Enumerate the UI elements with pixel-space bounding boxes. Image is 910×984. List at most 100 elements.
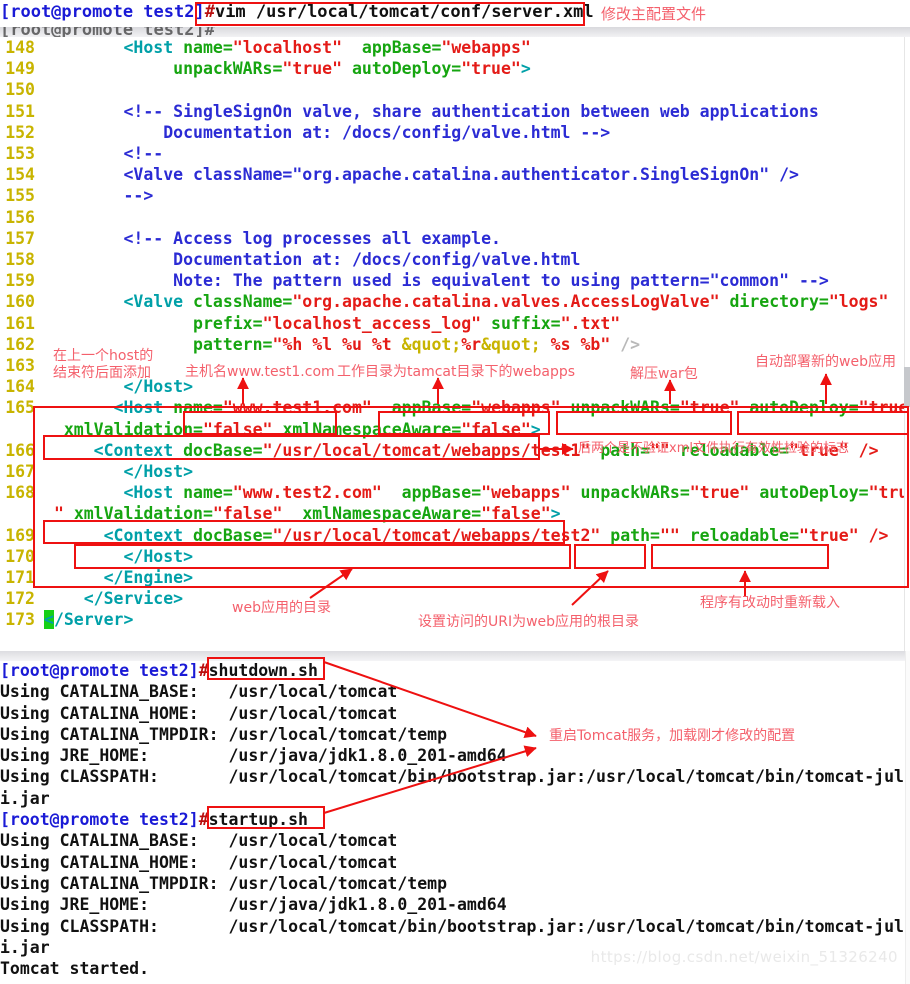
line-number: 154 xyxy=(5,165,35,185)
code-token: unpackWARs= xyxy=(580,483,690,503)
terminal-command: shutdown.sh xyxy=(208,661,318,680)
line-number: 162 xyxy=(5,334,35,354)
shell-prompt-hash: # xyxy=(204,2,215,22)
terminal-prompt-line: [root@promote test2]#startup.sh xyxy=(0,809,910,830)
code-token: xmlValidation= xyxy=(73,504,213,524)
code-token: reloadable= xyxy=(689,525,800,545)
code-token: "false" xyxy=(461,419,531,439)
code-line[interactable]: 161 prefix="localhost_access_log" suffix… xyxy=(0,313,910,334)
code-token: %s %b" xyxy=(540,334,611,354)
code-token: "true" xyxy=(679,398,740,418)
code-line[interactable]: 159 Note: The pattern used is equivalent… xyxy=(0,270,910,291)
code-token: docBase= xyxy=(183,440,263,460)
code-line[interactable]: 156 xyxy=(0,207,910,228)
right-edge-sliver xyxy=(905,651,910,984)
code-line[interactable]: 168 <Host name="www.test2.com" appBase="… xyxy=(0,482,910,503)
code-lines[interactable]: 148 <Host name="localhost" appBase="weba… xyxy=(0,37,910,631)
code-token: "true" xyxy=(461,59,521,79)
code-line[interactable]: 150 xyxy=(0,79,910,100)
line-number: 167 xyxy=(5,462,35,482)
code-token: reloadable= xyxy=(679,440,790,460)
code-token: path= xyxy=(610,525,660,545)
code-line[interactable]: 162 pattern="%h %l %u %t &quot;%r&quot; … xyxy=(0,334,910,355)
code-line[interactable]: 172 </Service> xyxy=(0,588,910,609)
line-number: 165 xyxy=(5,398,35,418)
code-token: autoDeploy= xyxy=(749,398,859,418)
code-token: "" xyxy=(650,440,670,460)
line-number: 148 xyxy=(5,38,35,57)
code-line[interactable]: 165 <Host name="www.test1.com" appBase="… xyxy=(0,397,910,418)
top-prompt-bar: [root@promote test2]#vim /usr/local/tomc… xyxy=(0,0,910,27)
line-number: 155 xyxy=(5,186,35,206)
terminal-prompt-hash: # xyxy=(198,661,209,680)
terminal-output-line: Using CATALINA_HOME: /usr/local/tomcat xyxy=(0,852,398,872)
line-number: 173 xyxy=(5,610,35,630)
code-line[interactable]: 155 --> xyxy=(0,185,910,206)
code-line[interactable]: 154 <Valve className="org.apache.catalin… xyxy=(0,164,910,185)
code-token: Documentation at: /docs/config/valve.htm… xyxy=(44,122,611,142)
terminal-output-line: Using CLASSPATH: /usr/local/tomcat/bin/b… xyxy=(0,916,904,936)
code-token: /> xyxy=(610,334,641,354)
code-token: "webapps" xyxy=(441,38,531,57)
code-token: /> xyxy=(848,440,879,460)
code-line[interactable]: 164 </Host> xyxy=(0,376,910,397)
line-number: 170 xyxy=(5,546,35,566)
terminal-pane[interactable]: [root@promote test2]#shutdown.sh Using CA… xyxy=(0,651,910,984)
line-number: 166 xyxy=(5,440,35,460)
code-token: name= xyxy=(183,38,233,57)
code-token: "localhost" xyxy=(232,38,343,57)
code-token: <!-- Access log processes all example. xyxy=(44,228,501,248)
terminal-cursor-line xyxy=(0,979,910,984)
code-line[interactable]: xmlValidation="false" xmlNamespaceAware=… xyxy=(0,419,910,440)
code-line[interactable]: 152 Documentation at: /docs/config/valve… xyxy=(0,122,910,143)
code-line[interactable]: 163 xyxy=(0,355,910,376)
code-token: directory= xyxy=(729,292,829,312)
code-line[interactable]: 157 <!-- Access log processes all exampl… xyxy=(0,228,910,249)
code-line[interactable]: 158 Documentation at: /docs/config/valve… xyxy=(0,249,910,270)
code-line[interactable]: 171 </Engine> xyxy=(0,567,910,588)
code-line[interactable]: 160 <Valve className="org.apache.catalin… xyxy=(0,291,910,312)
code-line[interactable]: 169 <Context docBase="/usr/local/tomcat/… xyxy=(0,525,910,546)
code-line[interactable]: 148 <Host name="localhost" appBase="weba… xyxy=(0,37,910,58)
code-token: "/usr/local/tomcat/webapps/test1" xyxy=(262,440,591,460)
terminal-output: [root@promote test2]#shutdown.sh Using CA… xyxy=(0,660,910,984)
terminal-output-line: Using CATALINA_BASE: /usr/local/tomcat xyxy=(0,682,398,702)
code-token: "org.apache.catalina.valves.AccessLogVal… xyxy=(292,292,720,312)
line-number: 149 xyxy=(5,59,35,79)
code-line[interactable]: 153 <!-- xyxy=(0,143,910,164)
editor-scrollbar-thumb[interactable] xyxy=(904,367,910,407)
line-number: 158 xyxy=(5,250,35,270)
code-token: &quot; xyxy=(481,334,541,354)
code-line[interactable]: 173 </Server> xyxy=(0,609,910,630)
code-token: unpackWARs= xyxy=(173,59,283,79)
code-line[interactable]: 167 </Host> xyxy=(0,461,910,482)
code-line[interactable]: 151 <!-- SingleSignOn valve, share authe… xyxy=(0,101,910,122)
vim-editor-pane[interactable]: [root@promote test2]# 148 <Host name="lo… xyxy=(0,27,910,651)
editor-scrollbar[interactable] xyxy=(904,37,910,651)
code-token: </Host> xyxy=(123,377,194,397)
code-line[interactable]: " xmlValidation="false" xmlNamespaceAwar… xyxy=(0,503,910,524)
code-line[interactable]: 149 unpackWARs="true" autoDeploy="true"> xyxy=(0,58,910,79)
line-number: 169 xyxy=(5,525,35,545)
code-token: xmlNamespaceAware= xyxy=(282,419,462,439)
code-line[interactable]: 170 </Host> xyxy=(0,546,910,567)
code-token: name= xyxy=(183,483,233,503)
line-number: 168 xyxy=(5,483,35,503)
code-line[interactable]: 166 <Context docBase="/usr/local/tomcat/… xyxy=(0,440,910,461)
code-token: autoDeploy= xyxy=(351,59,462,79)
code-token: "%h %l %u %t xyxy=(272,334,402,354)
shell-prompt-user: [root@promote test2] xyxy=(0,2,205,22)
terminal-output-line: Tomcat started. xyxy=(0,959,150,979)
code-token: "" xyxy=(659,525,680,545)
terminal-prompt-user: [root@promote test2] xyxy=(0,661,199,680)
